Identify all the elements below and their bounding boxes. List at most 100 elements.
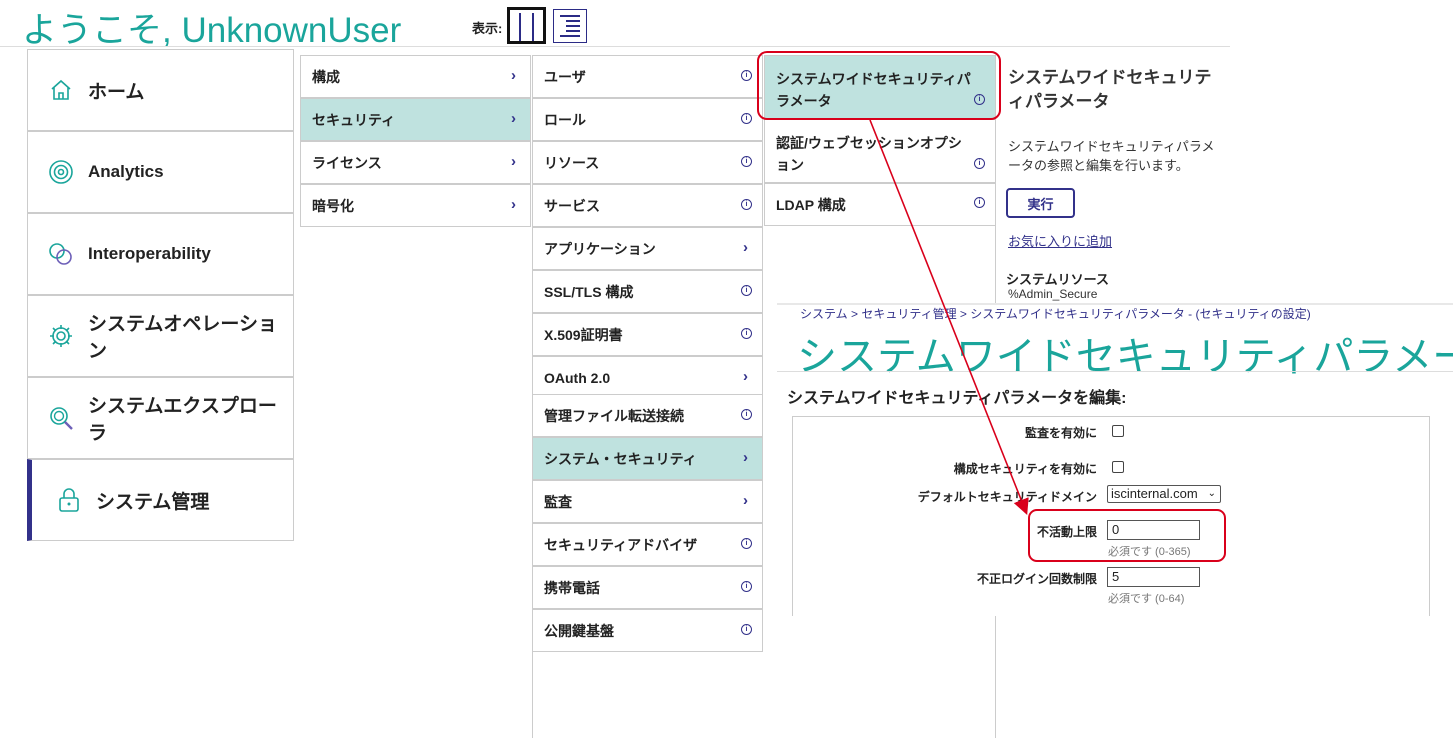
default-domain-select[interactable]: iscinternal.com ⌄ [1107, 485, 1221, 503]
menu-auth-web-session-options[interactable]: 認証/ウェブセッションオプション i [764, 119, 996, 183]
menu-system-security[interactable]: システム・セキュリティ › [532, 437, 763, 480]
chevron-right-icon: › [511, 153, 516, 170]
highlight-box [757, 51, 1001, 120]
main-menu-label: ホーム [88, 81, 145, 103]
page-title: システムワイドセキュリティパラメータ [797, 335, 1453, 379]
main-menu-label: システムオペレーション [88, 314, 278, 362]
analytics-icon [48, 159, 74, 185]
menu-label: 監査 [544, 493, 572, 510]
info-icon[interactable]: i [741, 113, 752, 124]
menu-x509[interactable]: X.509証明書 i [532, 313, 763, 356]
menu-encryption[interactable]: 暗号化 › [300, 184, 531, 227]
menu-label: システム・セキュリティ [544, 450, 697, 467]
config-security-label: 構成セキュリティを有効に [953, 462, 1097, 476]
info-icon[interactable]: i [741, 581, 752, 592]
info-icon[interactable]: i [741, 624, 752, 635]
list-line-icon [566, 25, 580, 27]
menu-configuration[interactable]: 構成 › [300, 55, 531, 98]
menu-label: アプリケーション [544, 240, 656, 257]
info-icon[interactable]: i [741, 328, 752, 339]
main-menu-home[interactable]: ホーム [27, 49, 294, 131]
lock-icon [56, 487, 82, 513]
menu-label: 携帯電話 [544, 579, 600, 596]
menu-resources[interactable]: リソース i [532, 141, 763, 184]
menu-label: ロール [544, 111, 586, 128]
edit-heading: システムワイドセキュリティパラメータを編集: [787, 390, 1127, 407]
chevron-right-icon: › [743, 449, 748, 466]
gear-icon [48, 323, 74, 349]
info-icon[interactable]: i [741, 538, 752, 549]
menu-label: セキュリティアドバイザ [544, 536, 698, 553]
login-limit-label: 不正ログイン回数制限 [976, 572, 1097, 586]
menu-label: OAuth 2.0 [544, 369, 611, 386]
info-icon[interactable]: i [741, 409, 752, 420]
menu-license[interactable]: ライセンス › [300, 141, 531, 184]
chevron-down-icon: ⌄ [1207, 488, 1216, 499]
magnifier-icon [48, 405, 74, 431]
breadcrumb[interactable]: システム > セキュリティ管理 > システムワイドセキュリティパラメータ - (… [800, 305, 1311, 322]
main-menu-label: システム管理 [96, 491, 210, 513]
menu-auditing[interactable]: 監査 › [532, 480, 763, 523]
main-menu-label: Analytics [88, 162, 164, 181]
list-line-icon [560, 35, 580, 37]
menu-services[interactable]: サービス i [532, 184, 763, 227]
main-menu-label: システムエクスプローラ [88, 396, 277, 444]
main-menu-analytics[interactable]: Analytics [27, 131, 294, 213]
chevron-right-icon: › [743, 368, 748, 385]
chevron-right-icon: › [511, 110, 516, 127]
default-domain-value: iscinternal.com [1111, 486, 1198, 501]
menu-label: X.509証明書 [544, 326, 623, 343]
add-favorite-link[interactable]: お気に入りに追加 [1008, 231, 1112, 250]
main-menu-interoperability[interactable]: Interoperability [27, 213, 294, 295]
menu-ldap-config[interactable]: LDAP 構成 i [764, 183, 996, 226]
menu-mobile-phone[interactable]: 携帯電話 i [532, 566, 763, 609]
column-divider-icon [532, 13, 534, 41]
info-icon[interactable]: i [974, 197, 985, 208]
interoperability-icon [48, 241, 74, 267]
detail-description: システムワイドセキュリティパラメータの参照と編集を行います。 [1008, 139, 1215, 173]
system-resource-value: %Admin_Secure [1008, 287, 1098, 301]
menu-security-advisor[interactable]: セキュリティアドバイザ i [532, 523, 763, 566]
main-menu-system-explorer[interactable]: システムエクスプローラ [27, 377, 294, 459]
info-icon[interactable]: i [741, 70, 752, 81]
menu-label: セキュリティ [312, 111, 396, 128]
detail-title: システムワイドセキュリティパラメータ [1008, 68, 1212, 111]
menu-users[interactable]: ユーザ i [532, 55, 763, 98]
menu-label: サービス [544, 197, 600, 214]
run-button[interactable]: 実行 [1006, 188, 1075, 218]
menu-oauth[interactable]: OAuth 2.0 › [532, 356, 763, 399]
menu-label: ライセンス [312, 154, 382, 171]
menu-security[interactable]: セキュリティ › [300, 98, 531, 141]
login-limit-input[interactable]: 5 [1107, 567, 1200, 587]
config-security-checkbox[interactable] [1112, 461, 1124, 473]
chevron-right-icon: › [743, 239, 748, 256]
column-divider-icon [519, 13, 521, 41]
menu-label: 認証/ウェブセッションオプション [776, 135, 962, 173]
menu-managed-file-transfer[interactable]: 管理ファイル転送接続 i [532, 394, 763, 437]
view-label: 表示: [472, 21, 503, 36]
main-menu-label: Interoperability [88, 244, 211, 263]
list-line-icon [566, 30, 580, 32]
list-view-button[interactable] [553, 9, 587, 43]
header-divider [0, 46, 1230, 47]
default-domain-label: デフォルトセキュリティドメイン [917, 490, 1097, 504]
column-view-button[interactable] [507, 7, 546, 44]
info-icon[interactable]: i [741, 285, 752, 296]
menu-applications[interactable]: アプリケーション › [532, 227, 763, 270]
list-line-icon [560, 15, 580, 17]
menu-label: SSL/TLS 構成 [544, 283, 634, 300]
menu-roles[interactable]: ロール i [532, 98, 763, 141]
menu-pki[interactable]: 公開鍵基盤 i [532, 609, 763, 652]
menu-ssl-tls[interactable]: SSL/TLS 構成 i [532, 270, 763, 313]
audit-checkbox[interactable] [1112, 425, 1124, 437]
info-icon[interactable]: i [741, 156, 752, 167]
main-menu-system-operation[interactable]: システムオペレーション [27, 295, 294, 377]
audit-label: 監査を有効に [1024, 426, 1097, 440]
menu-label: 暗号化 [312, 197, 354, 214]
menu-label: 構成 [312, 68, 340, 85]
chevron-right-icon: › [511, 67, 516, 84]
home-icon [48, 77, 74, 103]
info-icon[interactable]: i [741, 199, 752, 210]
main-menu-system-admin[interactable]: システム管理 [27, 459, 294, 541]
info-icon[interactable]: i [974, 158, 985, 169]
